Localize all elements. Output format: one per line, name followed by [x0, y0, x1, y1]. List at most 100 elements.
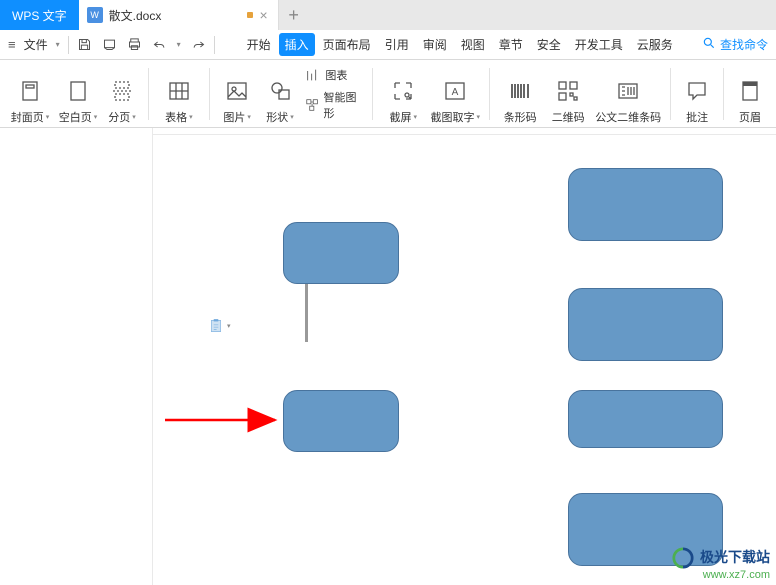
chart-icon — [305, 67, 321, 83]
watermark-title: 极光下载站 — [700, 549, 770, 565]
menu-bar: ≡ 文件 ▾ ▾ 开始 插入 页面布局 引用 审阅 视图 章节 安全 开发工具 … — [0, 30, 776, 60]
clipboard-icon — [209, 318, 223, 334]
paste-options-button[interactable]: ▾ — [209, 318, 231, 334]
separator — [489, 68, 490, 120]
doc-2d-barcode-button[interactable]: 公文二维条码 — [592, 63, 664, 125]
separator — [209, 68, 210, 120]
chevron-down-icon: ▾ — [227, 322, 231, 330]
chevron-down-icon: ▾ — [477, 113, 481, 121]
page-break-icon — [110, 77, 134, 105]
screenshot-button[interactable]: 截屏▾ — [379, 63, 427, 125]
chevron-down-icon: ▾ — [414, 113, 418, 121]
menu-icon: ≡ — [8, 37, 16, 52]
close-tab-icon[interactable]: × — [259, 7, 267, 23]
chevron-down-icon: ▾ — [46, 113, 50, 121]
separator — [68, 36, 69, 54]
picture-button[interactable]: 图片▾ — [216, 63, 259, 125]
tab-start[interactable]: 开始 — [241, 33, 277, 56]
file-menu[interactable]: ≡ 文件 ▾ — [8, 36, 60, 53]
window-mode-icon[interactable] — [247, 12, 253, 18]
rounded-rect-shape[interactable] — [283, 390, 399, 452]
tab-section[interactable]: 章节 — [493, 33, 529, 56]
cover-page-icon — [18, 77, 42, 105]
rounded-rect-shape[interactable] — [568, 288, 723, 361]
comment-button[interactable]: 批注 — [677, 63, 717, 125]
shapes-button[interactable]: 形状▾ — [259, 63, 302, 125]
tab-review[interactable]: 审阅 — [417, 33, 453, 56]
separator — [214, 36, 215, 54]
ocr-button[interactable]: A 截图取字▾ — [427, 63, 483, 125]
workspace: ▾ — [0, 128, 776, 585]
command-search[interactable]: 查找命令 — [702, 36, 768, 53]
search-icon — [702, 36, 716, 53]
doc-2d-barcode-icon — [616, 77, 640, 105]
picture-icon — [225, 77, 249, 105]
tab-devtools[interactable]: 开发工具 — [569, 33, 629, 56]
doc-2d-barcode-label: 公文二维条码 — [595, 109, 661, 125]
header-button[interactable]: 页眉 — [730, 63, 770, 125]
chevron-down-icon: ▾ — [56, 40, 60, 49]
shapes-icon — [268, 77, 292, 105]
barcode-icon — [508, 77, 532, 105]
comment-label: 批注 — [686, 109, 708, 125]
chevron-down-icon[interactable]: ▾ — [177, 40, 181, 49]
table-icon — [167, 77, 191, 105]
print-icon[interactable] — [127, 37, 142, 52]
rounded-rect-shape[interactable] — [283, 222, 399, 284]
tab-references[interactable]: 引用 — [379, 33, 415, 56]
comment-icon — [685, 77, 709, 105]
word-doc-icon: W — [87, 7, 103, 23]
rounded-rect-shape[interactable] — [568, 168, 723, 241]
separator — [372, 68, 373, 120]
table-label: 表格 — [165, 109, 187, 125]
chevron-down-icon: ▾ — [247, 113, 251, 121]
document-area[interactable]: ▾ — [152, 128, 776, 585]
tab-security[interactable]: 安全 — [531, 33, 567, 56]
text-cursor — [305, 284, 308, 342]
blank-page-button[interactable]: 空白页▾ — [54, 63, 102, 125]
smartart-label: 智能图形 — [323, 89, 362, 121]
chevron-down-icon: ▾ — [290, 113, 294, 121]
tab-cloud[interactable]: 云服务 — [631, 33, 679, 56]
watermark: 极光下载站 www.xz7.com — [672, 547, 770, 581]
print-preview-icon[interactable] — [102, 37, 117, 52]
new-tab-button[interactable]: + — [279, 0, 309, 30]
watermark-logo-icon — [672, 547, 694, 569]
page-edge — [153, 134, 776, 135]
shapes-label: 形状 — [266, 109, 288, 125]
chevron-down-icon: ▾ — [132, 113, 136, 121]
table-button[interactable]: 表格▾ — [155, 63, 203, 125]
undo-icon[interactable] — [152, 37, 167, 52]
command-search-label: 查找命令 — [720, 36, 768, 53]
screenshot-icon — [391, 77, 415, 105]
ribbon-tabs: 开始 插入 页面布局 引用 审阅 视图 章节 安全 开发工具 云服务 — [241, 33, 679, 56]
blank-page-icon — [66, 77, 90, 105]
ribbon: 封面页▾ 空白页▾ 分页▾ 表格▾ 图片▾ 形状▾ 图表 — [0, 60, 776, 128]
tab-view[interactable]: 视图 — [455, 33, 491, 56]
document-tab[interactable]: W 散文.docx × — [79, 0, 279, 30]
cover-page-button[interactable]: 封面页▾ — [6, 63, 54, 125]
qrcode-button[interactable]: 二维码 — [544, 63, 592, 125]
tab-pagelayout[interactable]: 页面布局 — [317, 33, 377, 56]
document-tab-title: 散文.docx — [109, 7, 242, 24]
barcode-button[interactable]: 条形码 — [496, 63, 544, 125]
picture-label: 图片 — [223, 109, 245, 125]
chart-button[interactable]: 图表 — [305, 67, 362, 83]
cover-page-label: 封面页 — [11, 109, 44, 125]
tab-insert[interactable]: 插入 — [279, 33, 315, 56]
header-icon — [738, 77, 762, 105]
page-break-label: 分页 — [108, 109, 130, 125]
chevron-down-icon: ▾ — [94, 113, 98, 121]
chart-label: 图表 — [325, 67, 347, 83]
title-bar: WPS 文字 W 散文.docx × + — [0, 0, 776, 30]
barcode-label: 条形码 — [504, 109, 537, 125]
smartart-button[interactable]: 智能图形 — [305, 89, 362, 121]
redo-icon[interactable] — [191, 37, 206, 52]
svg-text:A: A — [452, 87, 459, 98]
save-icon[interactable] — [77, 37, 92, 52]
screenshot-label: 截屏 — [390, 109, 412, 125]
left-gutter — [0, 128, 152, 585]
smartart-icon — [305, 97, 319, 113]
page-break-button[interactable]: 分页▾ — [102, 63, 142, 125]
rounded-rect-shape[interactable] — [568, 390, 723, 448]
